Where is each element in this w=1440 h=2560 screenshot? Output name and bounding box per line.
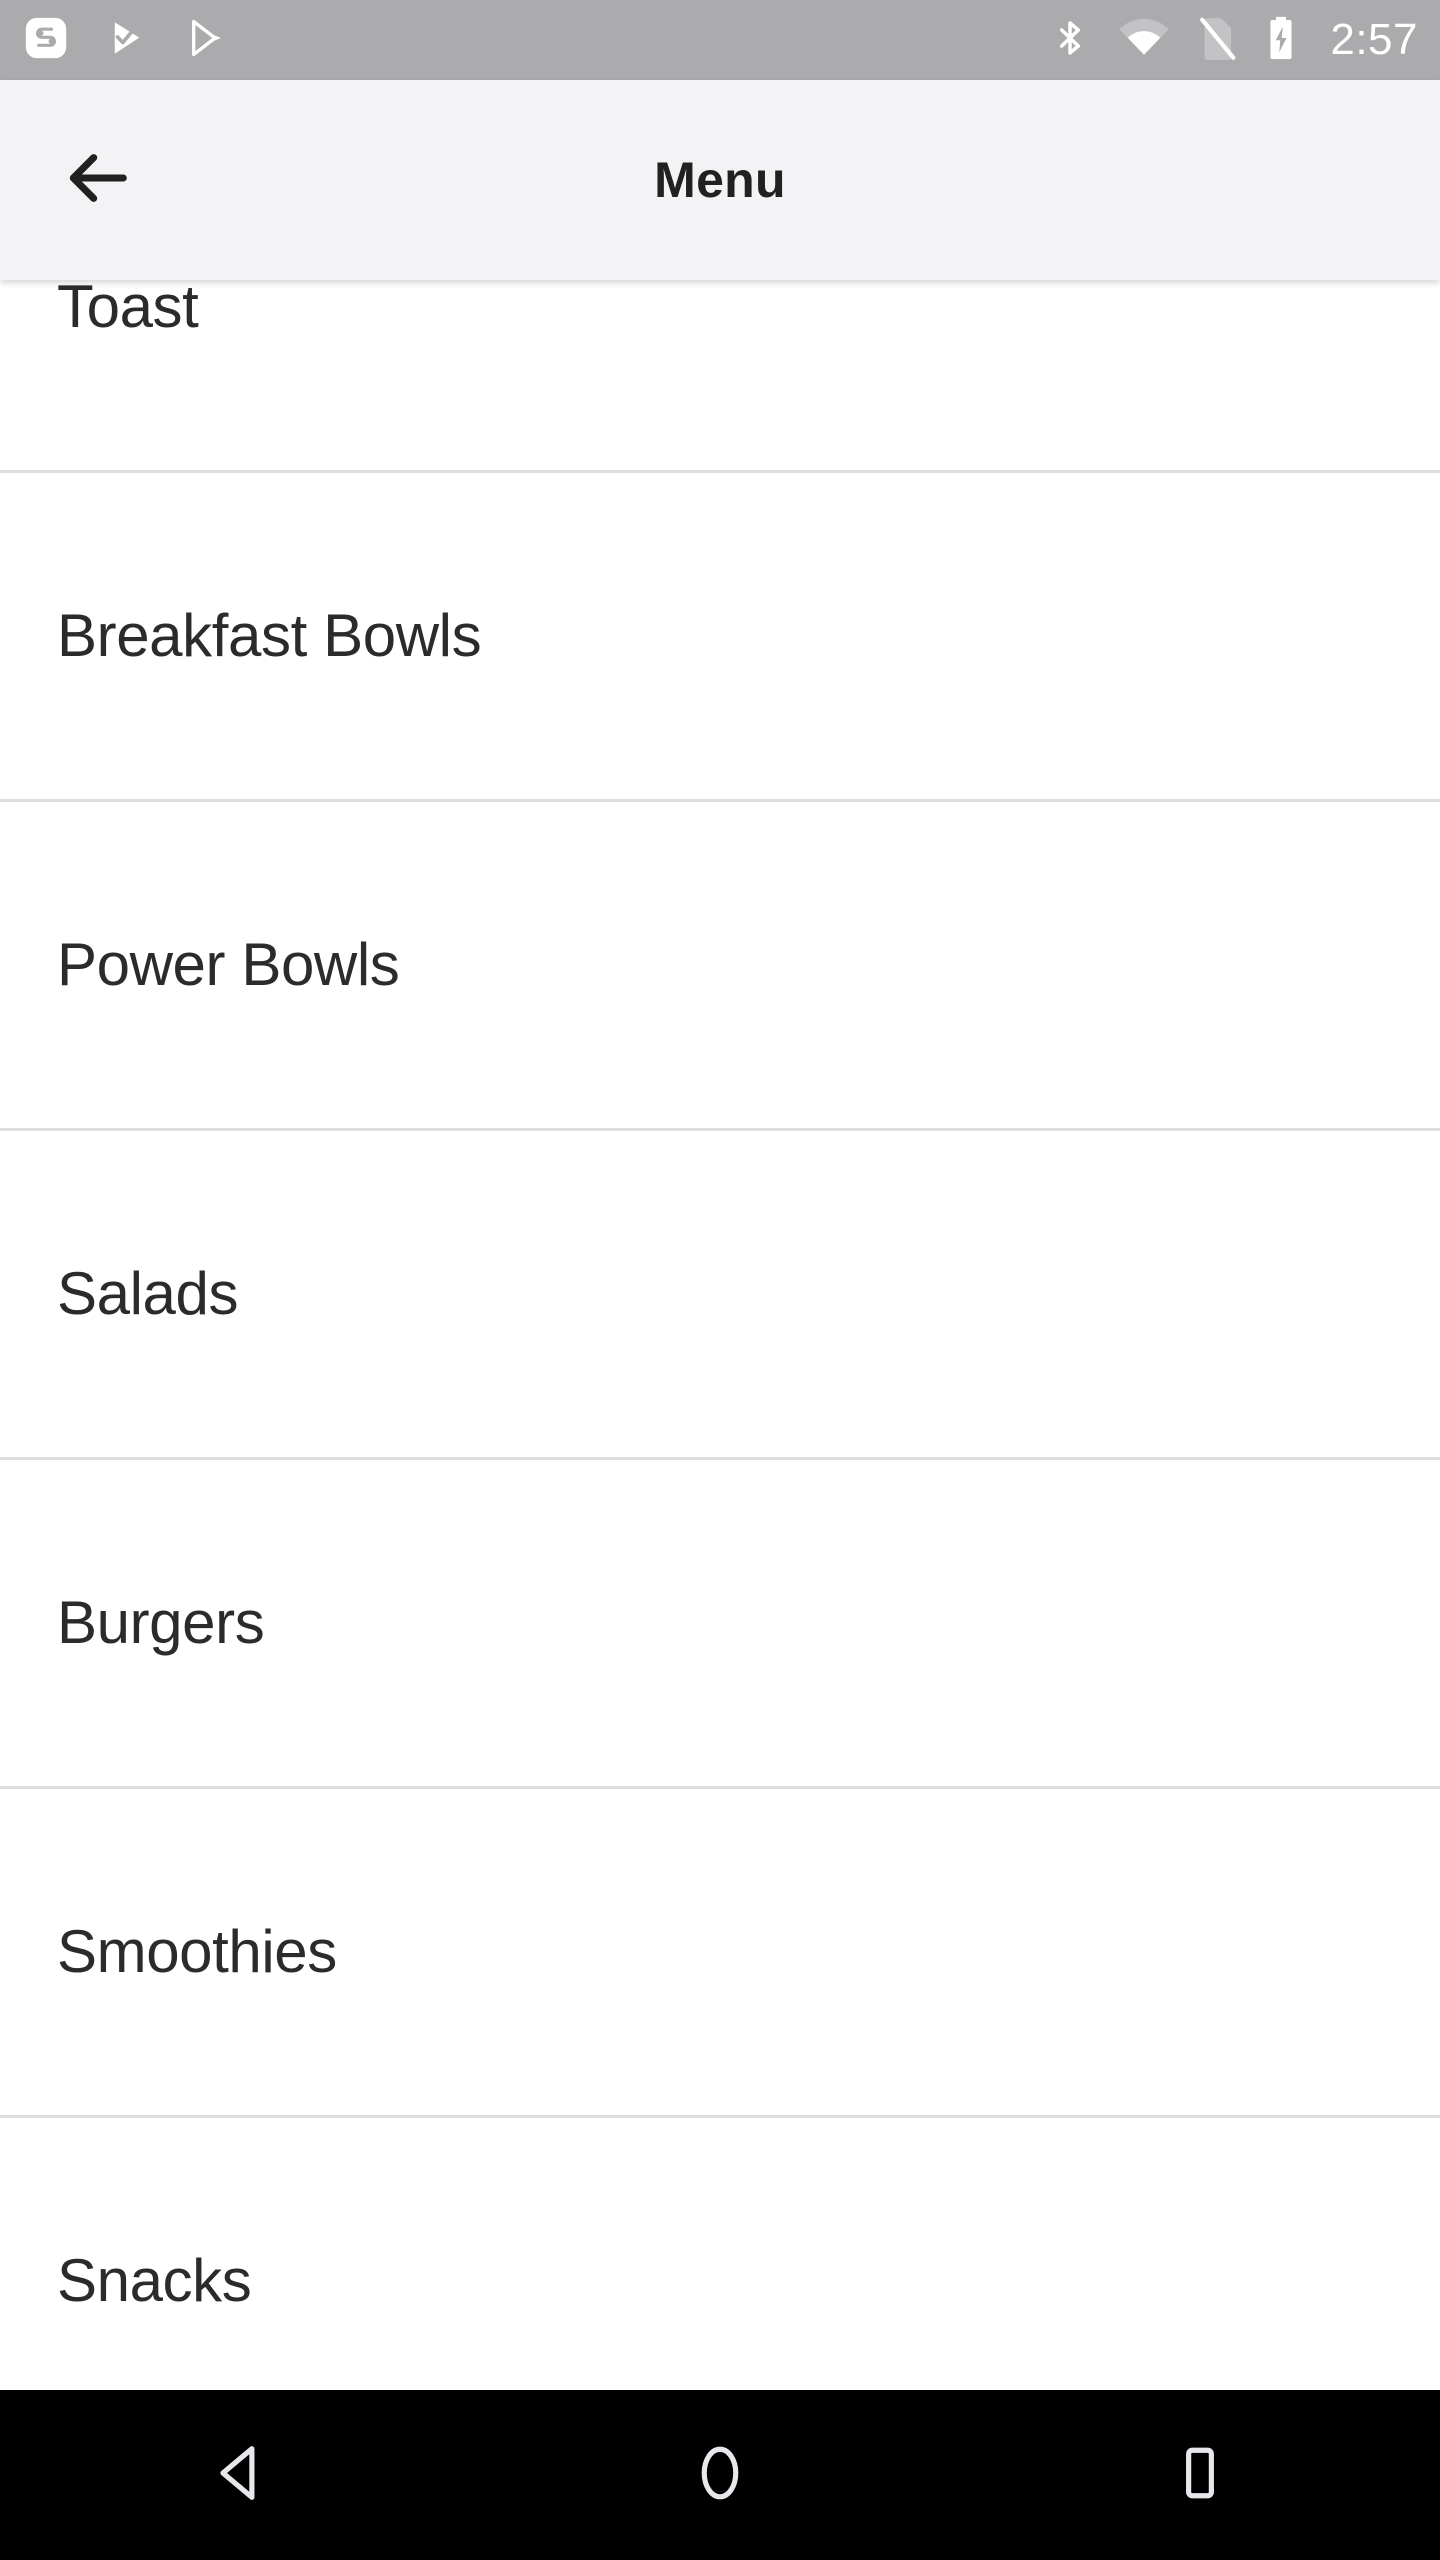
status-bar-clock: 2:57 [1330,15,1418,64]
menu-item-label: Breakfast Bowls [57,602,482,669]
nav-back-button[interactable] [0,2390,480,2560]
play-check-icon [106,17,148,64]
nav-recents-button[interactable] [960,2390,1440,2560]
menu-item-snacks[interactable]: Snacks [0,2118,1440,2390]
wifi-icon [1118,16,1170,65]
nav-home-button[interactable] [480,2390,960,2560]
google-play-icon [186,17,228,64]
page-title: Menu [654,152,786,208]
menu-item-label: Smoothies [57,1918,337,1985]
arrow-back-icon [61,141,135,220]
back-button[interactable] [48,130,148,230]
menu-category-list[interactable]: Toast Breakfast Bowls Power Bowls Salads… [0,280,1440,2390]
app-logo-s-icon [24,16,68,65]
menu-item-label: Snacks [57,2247,252,2314]
menu-item-label: Salads [57,1260,239,1327]
menu-item-salads[interactable]: Salads [0,1131,1440,1457]
menu-item-label: Power Bowls [57,931,400,998]
menu-item-breakfast-bowls[interactable]: Breakfast Bowls [0,473,1440,799]
circle-home-icon [689,2442,751,2509]
square-recents-icon [1169,2442,1231,2509]
menu-item-toast[interactable]: Toast [0,280,1440,470]
menu-item-smoothies[interactable]: Smoothies [0,1789,1440,2115]
status-bar: 2:57 [0,0,1440,80]
bluetooth-icon [1050,16,1090,65]
menu-item-power-bowls[interactable]: Power Bowls [0,802,1440,1128]
triangle-back-icon [209,2442,271,2509]
status-bar-notification-icons [24,16,228,65]
menu-item-label: Toast [57,280,199,340]
status-bar-system-icons: 2:57 [1050,15,1418,66]
menu-item-burgers[interactable]: Burgers [0,1460,1440,1786]
battery-charging-icon [1264,15,1298,66]
menu-item-label: Burgers [57,1589,265,1656]
system-navigation-bar [0,2390,1440,2560]
app-bar: Menu [0,80,1440,280]
menu-list-scroll-content: Toast Breakfast Bowls Power Bowls Salads… [0,280,1440,2390]
no-sim-icon [1198,15,1236,66]
